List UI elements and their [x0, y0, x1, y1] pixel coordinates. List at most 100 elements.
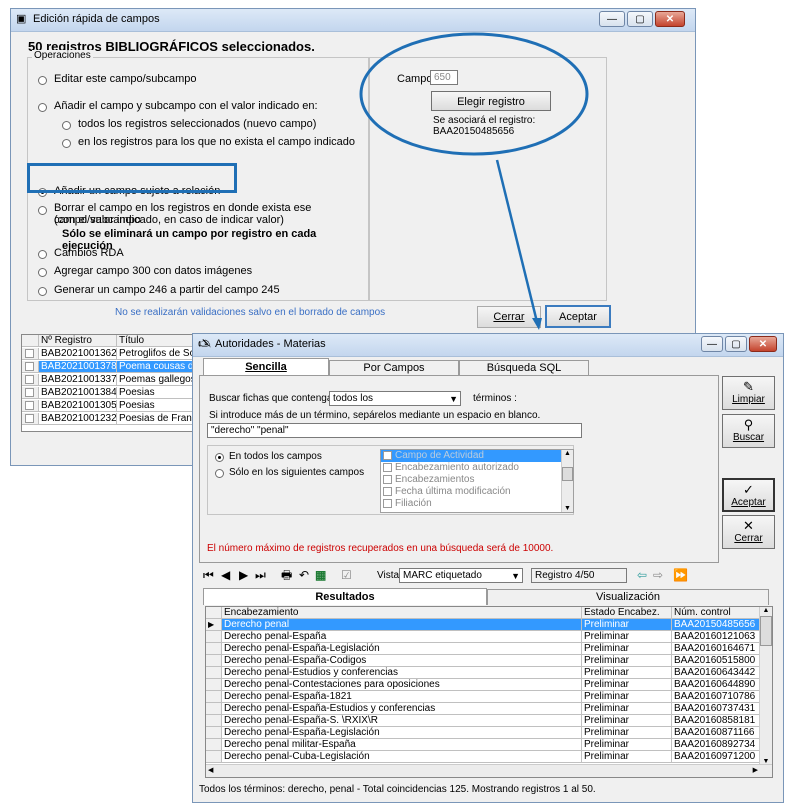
close-button-2[interactable]: ✕	[749, 336, 777, 352]
fields-scrollbar[interactable]: ▲ ▼	[561, 450, 573, 512]
field-checkbox[interactable]	[383, 487, 392, 496]
cerrar-button[interactable]: Cerrar	[477, 306, 541, 328]
row-indicator[interactable]	[206, 631, 222, 643]
limpiar-button[interactable]: ✎ Limpiar	[722, 376, 775, 410]
table-row[interactable]: Derecho penal-España-S. \RXIX\R Prelimina…	[206, 715, 760, 727]
close-button[interactable]: ✕	[655, 11, 685, 27]
grid-header-registro[interactable]: Nº Registro	[39, 335, 117, 347]
row-checkbox[interactable]	[25, 388, 34, 397]
vista-select[interactable]: MARC etiquetado ▼	[399, 568, 523, 583]
scroll-up-icon[interactable]: ▲	[760, 607, 772, 614]
row-indicator[interactable]: ▶	[206, 619, 222, 631]
maximize-button[interactable]: ▢	[627, 11, 653, 27]
next-icon[interactable]: ▶	[239, 568, 248, 582]
row-selector[interactable]	[22, 361, 39, 373]
elegir-registro-button[interactable]: Elegir registro	[431, 91, 551, 111]
table-row[interactable]: Derecho penal-España-Estudios y conferen…	[206, 703, 760, 715]
excel-icon[interactable]: ▦	[315, 568, 326, 582]
buscar-button[interactable]: ⚲ Buscar	[722, 414, 775, 448]
row-indicator[interactable]	[206, 739, 222, 751]
minimize-button[interactable]: —	[599, 11, 625, 27]
results-hscrollbar[interactable]: ◀ ▶	[206, 764, 772, 777]
field-checkbox[interactable]	[383, 463, 392, 472]
scroll-right-icon[interactable]: ▶	[753, 766, 758, 774]
forward-arrow-icon[interactable]: ⇨	[653, 568, 663, 582]
tab-resultados[interactable]: Resultados	[203, 588, 487, 605]
first-icon[interactable]: ⏮	[203, 568, 214, 582]
row-selector[interactable]	[22, 374, 39, 386]
row-checkbox[interactable]	[25, 375, 34, 384]
radio-no-exista[interactable]	[62, 139, 71, 148]
scroll-thumb[interactable]	[562, 467, 573, 481]
row-checkbox[interactable]	[25, 362, 34, 371]
table-row[interactable]: BAB20210013058 Poesias	[22, 400, 202, 412]
radio-borrar-campo[interactable]	[38, 206, 47, 215]
maximize-button-2[interactable]: ▢	[725, 336, 747, 352]
table-row[interactable]: BAB20210013843 Poesias	[22, 387, 202, 399]
field-list-item[interactable]: Encabezamiento autorizado	[381, 462, 561, 474]
field-list-item[interactable]: Fecha última modificación	[381, 486, 561, 498]
field-checkbox[interactable]	[383, 451, 392, 460]
field-checkbox[interactable]	[383, 499, 392, 508]
last-icon[interactable]: ⏭	[255, 568, 266, 582]
aceptar-button[interactable]: Aceptar	[545, 305, 611, 328]
print-icon[interactable]: 🖶	[281, 568, 292, 582]
table-row[interactable]: Derecho penal militar-España Preliminar BA…	[206, 739, 760, 751]
scroll-thumb[interactable]	[760, 616, 772, 646]
row-selector[interactable]	[22, 348, 39, 360]
table-row[interactable]: Derecho penal-España-Codigos Preliminar BA…	[206, 655, 760, 667]
scroll-down-icon[interactable]: ▼	[562, 505, 573, 512]
tab-visualizacion[interactable]: Visualización	[487, 589, 769, 605]
radio-anadir-campo-subcampo[interactable]	[38, 103, 47, 112]
grid-header-titulo[interactable]: Título	[117, 335, 202, 347]
row-checkbox[interactable]	[25, 349, 34, 358]
row-checkbox[interactable]	[25, 401, 34, 410]
tab-por-campos[interactable]: Por Campos	[329, 360, 459, 375]
radio-agregar-300[interactable]	[38, 268, 47, 277]
radio-todos-registros[interactable]	[62, 121, 71, 130]
table-row[interactable]: BAB20210013782 Poema cousas d	[22, 361, 202, 373]
radio-cambios-rda[interactable]	[38, 250, 47, 259]
results-header-estado[interactable]: Estado Encabez.	[582, 607, 672, 619]
radio-generar-246[interactable]	[38, 287, 47, 296]
row-indicator[interactable]	[206, 703, 222, 715]
table-row[interactable]: BAB20210013379 Poemas gallegos	[22, 374, 202, 386]
table-row[interactable]: ▶ Derecho penal Preliminar BAA20150485656	[206, 619, 760, 631]
undo-icon[interactable]: ↶	[299, 568, 309, 582]
buscar-select[interactable]: todos los ▼	[329, 391, 461, 406]
results-vscrollbar[interactable]: ▲ ▼	[759, 607, 772, 765]
campo-input[interactable]: 650	[430, 70, 458, 85]
aceptar-button-2[interactable]: ✓ Aceptar	[722, 478, 775, 512]
row-selector[interactable]	[22, 413, 39, 425]
results-header-encabezamiento[interactable]: Encabezamiento	[222, 607, 582, 619]
scroll-up-icon[interactable]: ▲	[562, 450, 573, 457]
field-list-item[interactable]: Campo de Actividad	[381, 450, 561, 462]
radio-editar[interactable]	[38, 76, 47, 85]
row-checkbox[interactable]	[25, 414, 34, 423]
edit-icon[interactable]: ☑	[341, 568, 352, 582]
row-selector[interactable]	[22, 400, 39, 412]
prev-icon[interactable]: ◀	[221, 568, 230, 582]
field-list-item[interactable]: Filiación	[381, 498, 561, 510]
row-indicator[interactable]	[206, 679, 222, 691]
table-row[interactable]: BAB20210012327 Poesias de Franc	[22, 413, 202, 425]
radio-siguientes-campos[interactable]	[215, 469, 224, 478]
table-row[interactable]: Derecho penal-Cuba-Legislación Preliminar…	[206, 751, 760, 763]
row-indicator[interactable]	[206, 727, 222, 739]
radio-todos-campos[interactable]	[215, 453, 224, 462]
table-row[interactable]: Derecho penal-España-1821 Preliminar BAA20…	[206, 691, 760, 703]
field-list-item[interactable]: Encabezamientos	[381, 474, 561, 486]
minimize-button-2[interactable]: —	[701, 336, 723, 352]
row-indicator[interactable]	[206, 667, 222, 679]
row-indicator[interactable]	[206, 655, 222, 667]
table-row[interactable]: Derecho penal-España-Legislación Prelimin…	[206, 643, 760, 655]
search-input[interactable]: "derecho" "penal"	[207, 423, 582, 438]
table-row[interactable]: Derecho penal-España Preliminar BAA2016012…	[206, 631, 760, 643]
back-arrow-icon[interactable]: ⇦	[637, 568, 647, 582]
scroll-left-icon[interactable]: ◀	[208, 766, 213, 774]
tab-busqueda-sql[interactable]: Búsqueda SQL	[459, 360, 589, 375]
tab-sencilla[interactable]: Sencilla	[203, 358, 329, 375]
row-indicator[interactable]	[206, 715, 222, 727]
fast-forward-icon[interactable]: ⏩	[673, 568, 688, 582]
cerrar-button-2[interactable]: ✕ Cerrar	[722, 515, 775, 549]
